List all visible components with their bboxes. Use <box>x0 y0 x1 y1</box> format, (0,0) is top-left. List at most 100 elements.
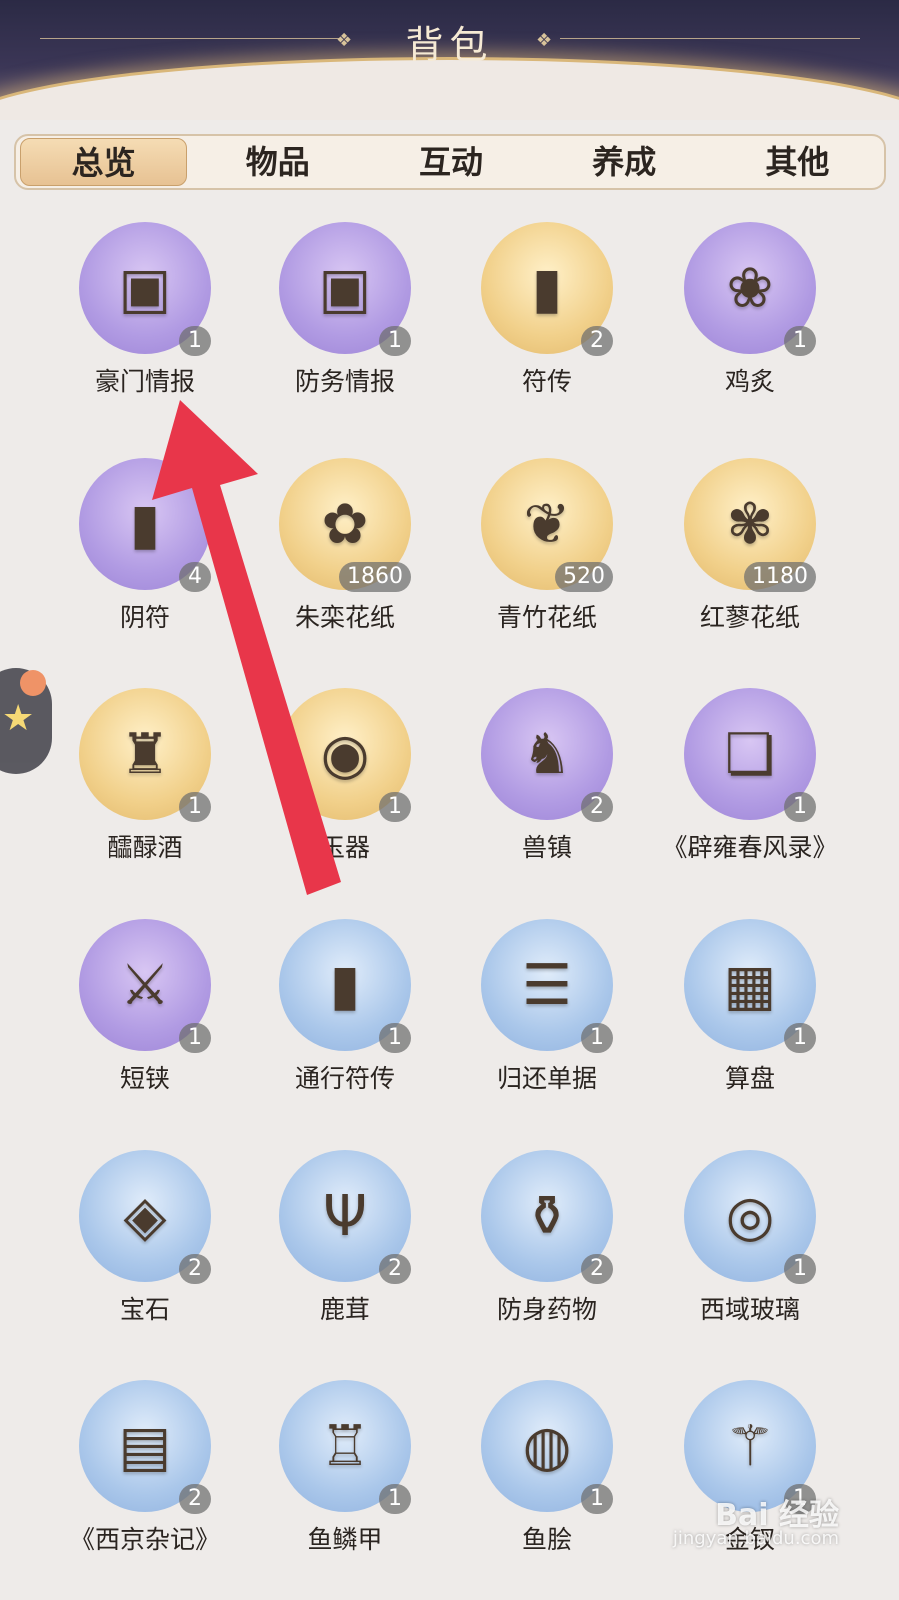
inventory-item[interactable]: ▣ 1 豪门情报 <box>45 220 245 430</box>
item-name-label: 西域玻璃 <box>699 1295 800 1324</box>
item-name-label: 兽镇 <box>521 833 572 862</box>
inventory-item[interactable]: ☰ 1 归还单据 <box>447 917 647 1127</box>
inventory-item[interactable]: ◎ 1 西域玻璃 <box>650 1148 850 1358</box>
tab-other[interactable]: 其他 <box>715 138 880 186</box>
page-title: 背包 <box>405 23 494 67</box>
item-count-badge: 2 <box>581 792 613 822</box>
glass-ring-icon: ◎ <box>725 1183 775 1249</box>
inventory-item[interactable]: ▦ 1 算盘 <box>650 917 850 1127</box>
inventory-item[interactable]: ✿ 1860 朱栾花纸 <box>245 456 445 666</box>
item-count-badge: 2 <box>581 326 613 356</box>
inventory-item[interactable]: ♜ 1 醽醁酒 <box>45 686 245 896</box>
item-name-label: 短铗 <box>119 1064 170 1093</box>
item-name-label: 鱼鳞甲 <box>307 1525 383 1554</box>
tab-overview[interactable]: 总览 <box>20 138 188 186</box>
item-count-badge: 1 <box>179 326 211 356</box>
item-count-badge: 1 <box>379 326 411 356</box>
tab-cultivation[interactable]: 养成 <box>542 138 707 186</box>
item-count-badge: 1 <box>379 792 411 822</box>
tab-items[interactable]: 物品 <box>195 138 360 186</box>
item-count-badge: 4 <box>179 562 211 592</box>
item-name-label: 《西京杂记》 <box>69 1525 220 1554</box>
wine-cup-icon: ♜ <box>119 721 171 787</box>
header-divider-right <box>560 38 860 39</box>
inventory-item[interactable]: ▤ 2 《西京杂记》 <box>45 1378 245 1588</box>
item-count-badge: 1 <box>179 792 211 822</box>
item-name-label: 防务情报 <box>294 367 395 396</box>
scroll-icon: ❏ <box>724 721 776 787</box>
tab-interaction[interactable]: 互动 <box>368 138 533 186</box>
item-name-label: 鸡炙 <box>724 367 775 396</box>
item-count-badge: 1 <box>581 1484 613 1514</box>
inventory-item[interactable]: ⚱ 2 防身药物 <box>447 1148 647 1358</box>
watermark-url: jingyan.baidu.com <box>672 1528 839 1549</box>
item-count-badge: 1 <box>179 1023 211 1053</box>
inventory-item[interactable]: ▮ 2 符传 <box>447 220 647 430</box>
armor-icon: ♖ <box>319 1413 371 1479</box>
flower-dish-icon: ✾ <box>726 491 774 557</box>
bamboo-scroll-icon: ❦ <box>523 491 571 557</box>
pass-token-icon: ▮ <box>329 952 361 1018</box>
inventory-item[interactable]: ▮ 1 通行符传 <box>245 917 445 1127</box>
item-name-label: 鱼脍 <box>521 1525 572 1554</box>
item-count-badge: 1 <box>379 1023 411 1053</box>
flower-paper-icon: ✿ <box>321 491 369 557</box>
antler-icon: Ψ <box>322 1183 368 1249</box>
item-name-label: 红蓼花纸 <box>699 603 800 632</box>
item-name-label: 朱栾花纸 <box>294 603 395 632</box>
item-count-badge: 2 <box>581 1254 613 1284</box>
jade-tablet-icon: ▣ <box>118 255 172 321</box>
inventory-item[interactable]: ❀ 1 鸡炙 <box>650 220 850 430</box>
inventory-item[interactable]: ⚚ 1 金钗 <box>650 1378 850 1588</box>
pouch-icon: ❀ <box>726 255 774 321</box>
jade-tablet-icon: ▣ <box>318 255 372 321</box>
category-tab-bar: 总览 物品 互动 养成 其他 <box>14 134 886 190</box>
item-name-label: 宝石 <box>119 1295 170 1324</box>
item-name-label: 豪门情报 <box>94 367 195 396</box>
item-name-label: 防身药物 <box>496 1295 597 1324</box>
item-count-badge: 1 <box>784 1254 816 1284</box>
inventory-item[interactable]: ❏ 1 《辟雍春风录》 <box>650 686 850 896</box>
tally-icon: ▮ <box>531 255 563 321</box>
item-count-badge: 1 <box>784 326 816 356</box>
inventory-item[interactable]: ◍ 1 鱼脍 <box>447 1378 647 1588</box>
bamboo-slips-icon: ☰ <box>521 952 573 1018</box>
item-count-badge: 2 <box>379 1254 411 1284</box>
book-box-icon: ▤ <box>118 1413 172 1479</box>
item-count-badge: 2 <box>179 1484 211 1514</box>
deer-statue-icon: ♞ <box>521 721 573 787</box>
notification-dot <box>20 670 46 696</box>
inventory-item[interactable]: ♖ 1 鱼鳞甲 <box>245 1378 445 1588</box>
item-count-badge: 1 <box>784 792 816 822</box>
item-name-label: 玉器 <box>319 833 370 862</box>
fish-plate-icon: ◍ <box>522 1413 572 1479</box>
item-name-label: 阴符 <box>119 603 170 632</box>
inventory-item[interactable]: ⚔ 1 短铗 <box>45 917 245 1127</box>
jewel-box-icon: ◈ <box>123 1183 167 1249</box>
inventory-item[interactable]: ❦ 520 青竹花纸 <box>447 456 647 666</box>
inventory-item[interactable]: ▮ 4 阴符 <box>45 456 245 666</box>
item-count-badge: 1180 <box>744 562 816 592</box>
item-name-label: 醽醁酒 <box>107 833 183 862</box>
item-count-badge: 1 <box>784 1023 816 1053</box>
inventory-item[interactable]: ◈ 2 宝石 <box>45 1148 245 1358</box>
inventory-item[interactable]: ◉ 1 玉器 <box>245 686 445 896</box>
item-count-badge: 1 <box>581 1023 613 1053</box>
potion-bottle-icon: ⚱ <box>523 1183 571 1249</box>
floating-assistant-button[interactable]: ★ <box>0 668 52 774</box>
header-bar: ❖ 背包 ❖ <box>0 0 899 120</box>
hairpin-icon: ⚚ <box>724 1413 776 1479</box>
item-count-badge: 2 <box>179 1254 211 1284</box>
inventory-item[interactable]: ✾ 1180 红蓼花纸 <box>650 456 850 666</box>
inventory-item[interactable]: ♞ 2 兽镇 <box>447 686 647 896</box>
star-icon: ★ <box>2 698 35 739</box>
diamond-ornament-icon: ❖ <box>536 30 553 51</box>
jade-disc-icon: ◉ <box>320 721 370 787</box>
item-name-label: 通行符传 <box>294 1064 395 1093</box>
inventory-item[interactable]: ▣ 1 防务情报 <box>245 220 445 430</box>
inventory-item[interactable]: Ψ 2 鹿茸 <box>245 1148 445 1358</box>
item-name-label: 归还单据 <box>496 1064 597 1093</box>
item-name-label: 青竹花纸 <box>496 603 597 632</box>
item-count-badge: 520 <box>555 562 613 592</box>
item-name-label: 符传 <box>521 367 572 396</box>
